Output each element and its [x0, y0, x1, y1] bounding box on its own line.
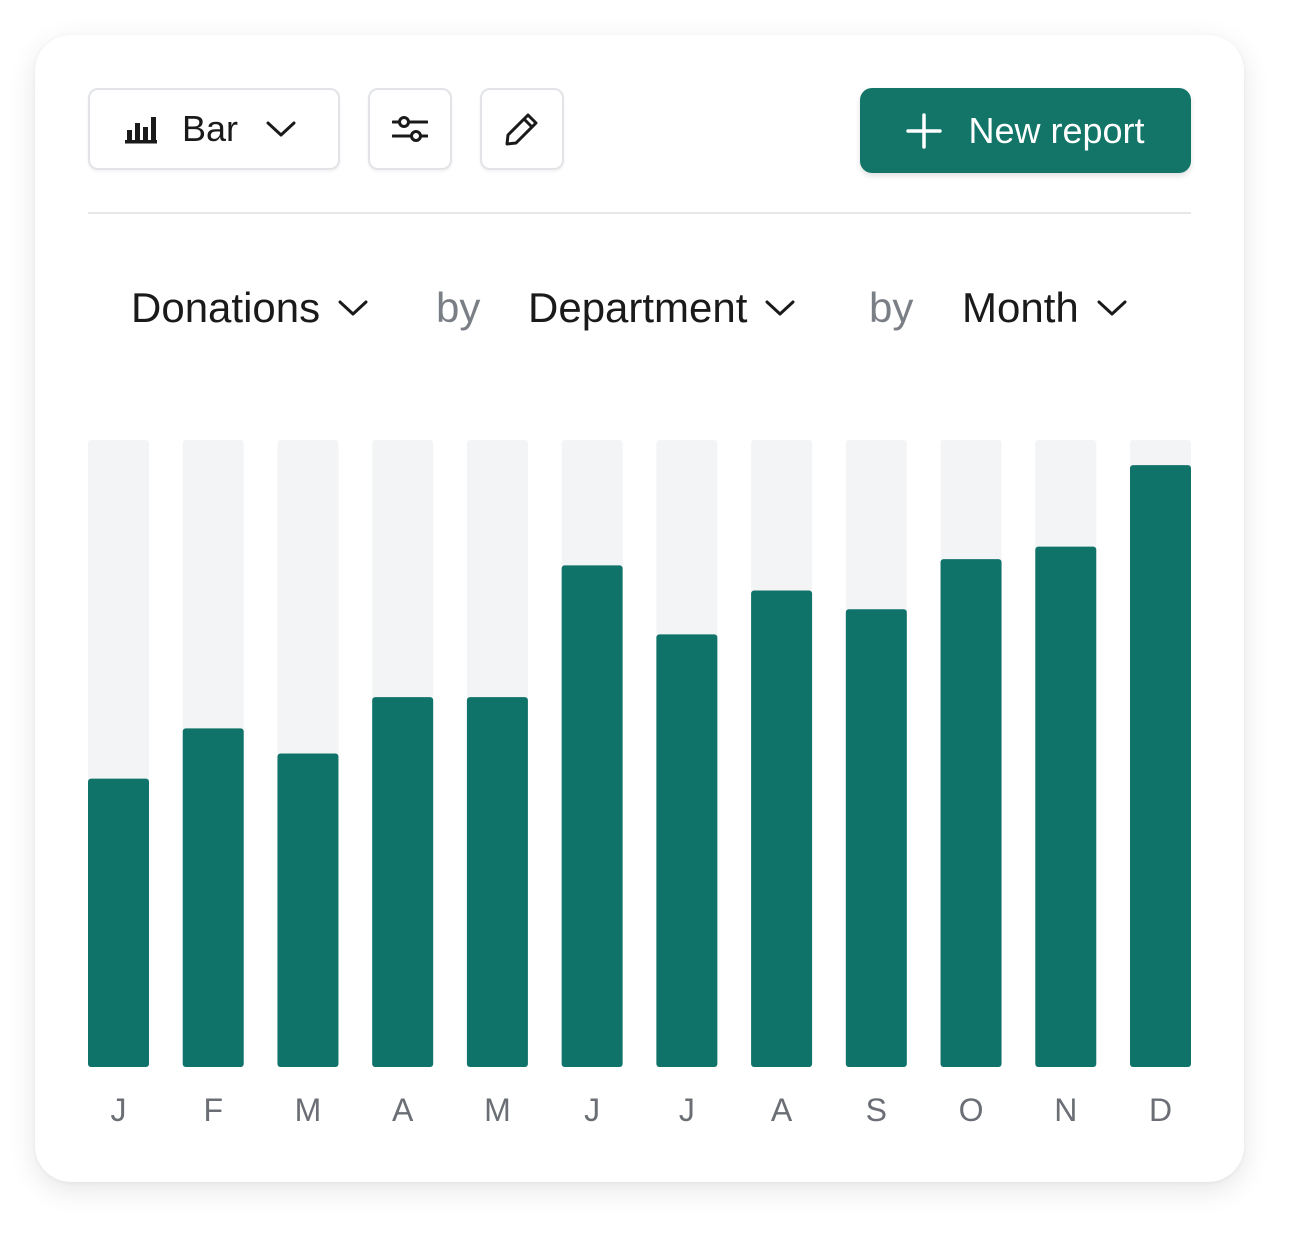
- x-tick-label: D: [1149, 1092, 1172, 1128]
- bar-9[interactable]: [940, 559, 1002, 1067]
- x-tick-label: A: [771, 1092, 793, 1128]
- x-tick-label: A: [392, 1092, 414, 1128]
- bar-chart-svg: JFMAMJJASOND: [88, 440, 1191, 1128]
- bar-2[interactable]: [277, 753, 339, 1068]
- x-tick-label: O: [959, 1092, 984, 1128]
- bar-8[interactable]: [845, 609, 907, 1067]
- bar-7[interactable]: [751, 590, 813, 1067]
- bar-10[interactable]: [1035, 546, 1097, 1067]
- bar-3[interactable]: [372, 697, 434, 1067]
- x-tick-label: J: [679, 1092, 695, 1128]
- x-tick-label: J: [584, 1092, 600, 1128]
- x-tick-label: S: [866, 1092, 887, 1128]
- x-tick-label: J: [111, 1092, 127, 1128]
- x-tick-label: F: [203, 1092, 223, 1128]
- bar-4[interactable]: [466, 697, 528, 1067]
- x-tick-label: M: [295, 1092, 322, 1128]
- bar-chart: JFMAMJJASOND: [0, 0, 1300, 1239]
- bar-5[interactable]: [561, 565, 623, 1067]
- x-tick-label: M: [484, 1092, 511, 1128]
- bar-1[interactable]: [182, 728, 244, 1067]
- bar-6[interactable]: [656, 634, 718, 1067]
- bar-0[interactable]: [88, 778, 149, 1067]
- bar-11[interactable]: [1130, 465, 1191, 1068]
- x-tick-label: N: [1054, 1092, 1077, 1128]
